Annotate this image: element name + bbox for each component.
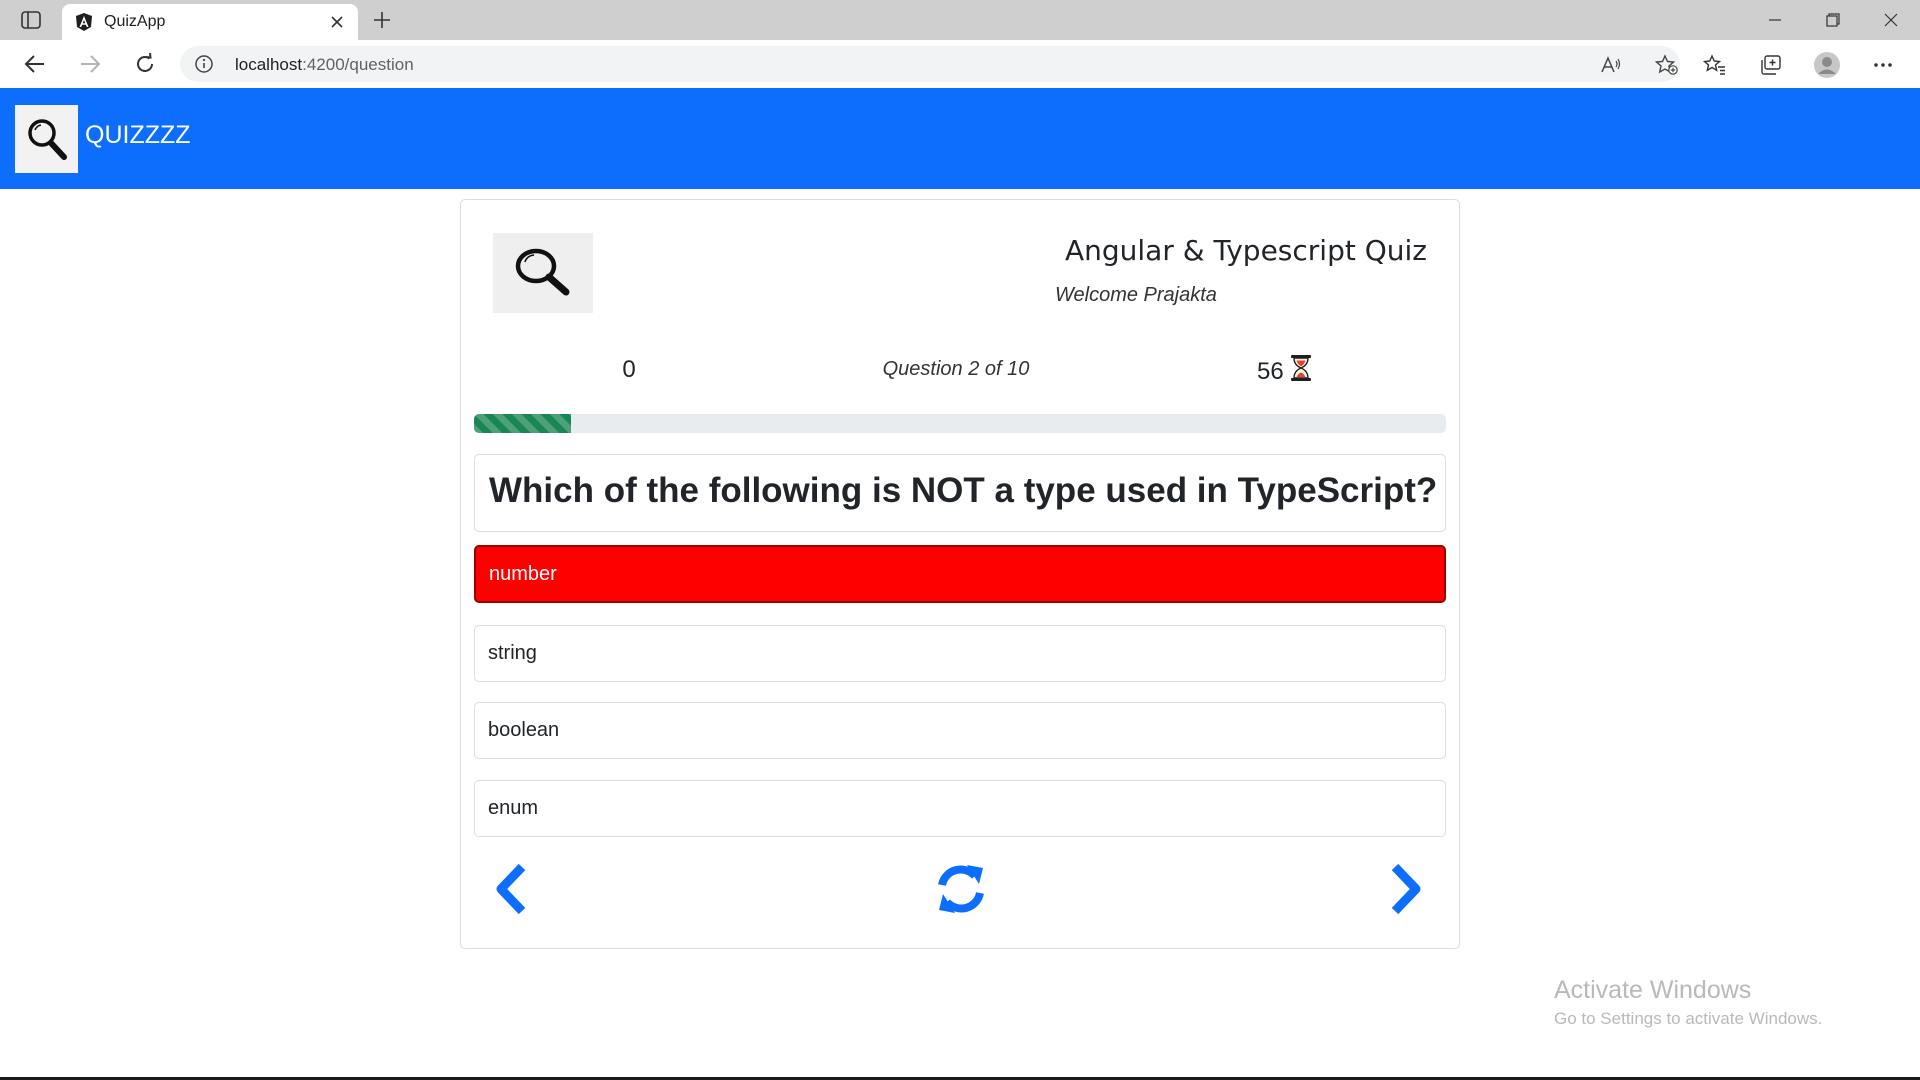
forward-icon[interactable] (72, 48, 108, 80)
close-window-icon[interactable] (1862, 0, 1920, 40)
url-host: localhost (235, 55, 303, 74)
quiz-title: Angular & Typescript Quiz (1064, 234, 1427, 267)
read-aloud-icon[interactable] (1598, 54, 1624, 76)
quiz-card: Angular & Typescript Quiz Welcome Prajak… (460, 199, 1460, 949)
option-3[interactable]: boolean (474, 702, 1446, 759)
hourglass-icon (1290, 354, 1312, 389)
option-label: boolean (488, 719, 560, 741)
timer-value: 56 (1257, 357, 1284, 385)
collections-icon[interactable] (1756, 50, 1786, 80)
option-label: enum (488, 797, 539, 819)
favorites-icon[interactable] (1700, 50, 1730, 80)
quiz-progress-bar (474, 414, 1446, 433)
restore-icon[interactable] (1804, 0, 1862, 40)
browser-toolbar: localhost:4200/question (0, 40, 1920, 88)
option-4[interactable]: enum (474, 780, 1446, 837)
minimize-icon[interactable] (1746, 0, 1804, 40)
welcome-text: Welcome Prajakta (1055, 284, 1217, 306)
question-counter: Question 2 of 10 (882, 358, 1030, 380)
points-value: 0 (622, 356, 636, 383)
previous-question-icon[interactable] (491, 862, 531, 916)
back-icon[interactable] (17, 48, 53, 80)
browser-tab[interactable]: QuizApp (62, 4, 358, 40)
tab-title: QuizApp (104, 13, 166, 30)
app-logo-icon[interactable] (15, 105, 78, 173)
quiz-logo-icon (493, 233, 593, 313)
new-tab-icon[interactable] (368, 6, 396, 34)
option-label: number (489, 563, 557, 585)
refresh-icon[interactable] (127, 48, 163, 80)
app-navbar: QUIZZZZ (0, 88, 1920, 189)
url-path: :4200/question (302, 55, 414, 74)
timer: 56 (1257, 354, 1312, 389)
activate-windows-subtitle: Go to Settings to activate Windows. (1554, 1009, 1823, 1028)
option-1[interactable]: number (474, 545, 1446, 603)
option-2[interactable]: string (474, 625, 1446, 682)
progress-fill (474, 414, 572, 433)
option-label: string (488, 642, 537, 664)
address-bar[interactable]: localhost:4200/question (180, 46, 1680, 82)
url-text: localhost:4200/question (235, 55, 414, 75)
question-text: Which of the following is NOT a type use… (489, 471, 1438, 510)
angular-favicon-icon (74, 12, 94, 32)
question-box: Which of the following is NOT a type use… (474, 454, 1446, 532)
tab-actions-icon[interactable] (14, 8, 48, 32)
add-favorite-icon[interactable] (1654, 54, 1680, 76)
close-tab-icon[interactable] (326, 11, 348, 33)
more-options-icon[interactable] (1868, 50, 1898, 80)
profile-avatar-icon[interactable] (1812, 50, 1842, 80)
refresh-quiz-icon[interactable] (933, 862, 989, 916)
browser-tabstrip: QuizApp (0, 0, 1920, 40)
app-brand[interactable]: QUIZZZZ (85, 121, 191, 150)
activate-windows-title: Activate Windows (1554, 976, 1752, 1004)
next-question-icon[interactable] (1386, 862, 1426, 916)
site-info-icon[interactable] (194, 54, 214, 74)
